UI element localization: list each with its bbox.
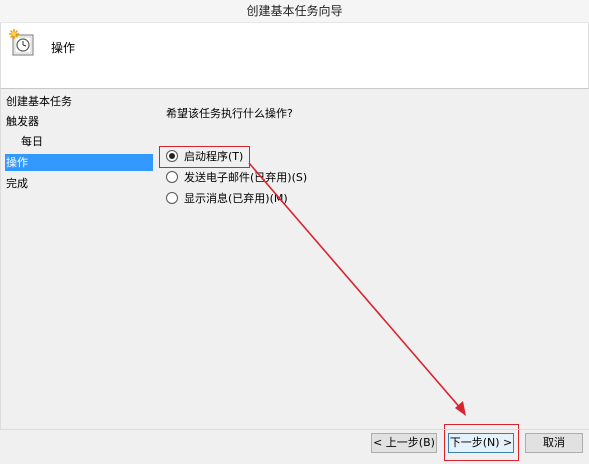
window-title-bar: 创建基本任务向导 <box>0 0 589 23</box>
footer-divider <box>0 429 589 430</box>
next-button[interactable]: 下一步(N) > <box>448 433 514 453</box>
back-button[interactable]: < 上一步(B) <box>371 433 437 453</box>
action-question: 希望该任务执行什么操作? <box>166 107 293 120</box>
step-trigger[interactable]: 触发器 <box>6 113 39 130</box>
step-action[interactable]: 操作 <box>5 154 153 171</box>
cancel-button[interactable]: 取消 <box>525 433 583 453</box>
radio-send-email[interactable]: 发送电子邮件(已弃用)(S) <box>166 169 307 187</box>
radio-display-message[interactable]: 显示消息(已弃用)(M) <box>166 190 288 208</box>
wizard-header: 操作 <box>0 23 589 89</box>
step-daily[interactable]: 每日 <box>21 133 43 150</box>
radio-display-message-label: 显示消息(已弃用)(M) <box>184 192 288 205</box>
annotation-highlight-box <box>159 146 250 168</box>
radio-unchecked-icon[interactable] <box>166 192 178 204</box>
page-title: 操作 <box>51 41 76 55</box>
window-title: 创建基本任务向导 <box>246 4 343 18</box>
step-create-basic-task[interactable]: 创建基本任务 <box>6 93 72 110</box>
radio-unchecked-icon[interactable] <box>166 171 178 183</box>
step-finish[interactable]: 完成 <box>6 175 28 192</box>
wizard-content: 希望该任务执行什么操作? 启动程序(T) 发送电子邮件(已弃用)(S) 显示消息… <box>160 89 588 429</box>
wizard-steps-panel: 创建基本任务 触发器 每日 操作 完成 <box>0 89 161 429</box>
radio-send-email-label: 发送电子邮件(已弃用)(S) <box>184 171 308 184</box>
task-clock-icon <box>9 29 34 56</box>
